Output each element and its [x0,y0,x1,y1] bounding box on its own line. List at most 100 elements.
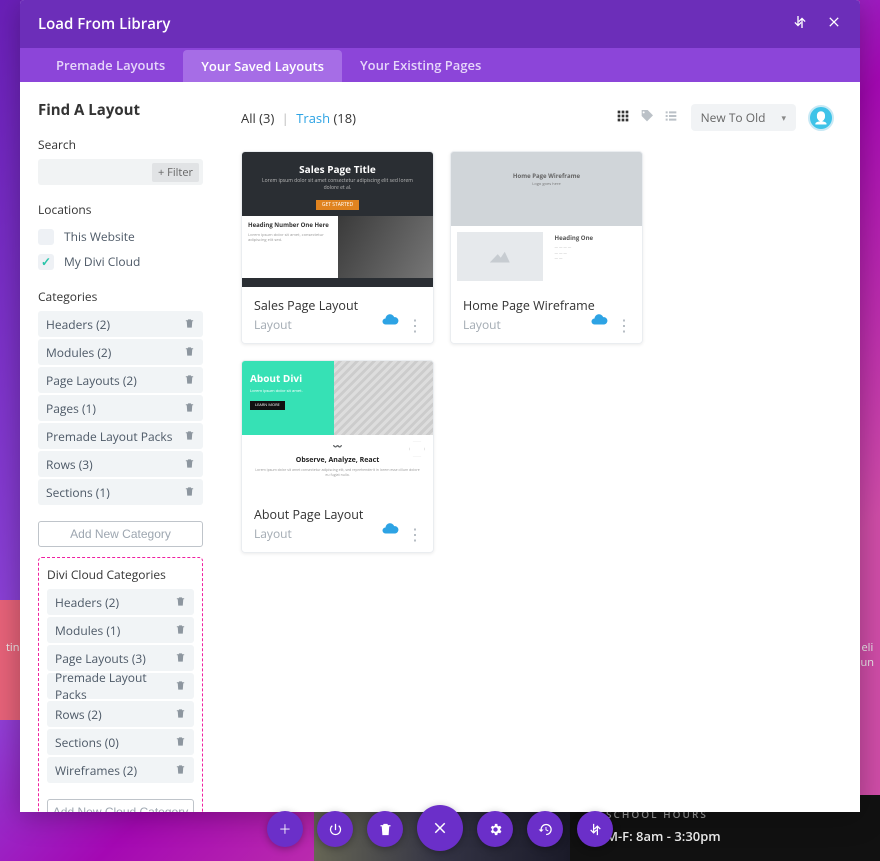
library-modal: Load From Library Premade Layouts Your S… [20,0,860,812]
category-label: Modules (1) [55,622,120,639]
category-label: Premade Layout Packs [46,428,172,445]
trash-icon[interactable] [175,734,186,751]
card-thumbnail: About DiviLorem ipsum dolor sit amet.LEA… [242,361,433,496]
category-label: Rows (2) [55,706,102,723]
category-label: Pages (1) [46,400,96,417]
category-item[interactable]: Sections (1) [38,479,203,505]
category-item[interactable]: Page Layouts (2) [38,367,203,393]
trash-button[interactable] [367,811,403,847]
filter-trash-link[interactable]: Trash (18) [296,109,356,127]
trash-icon[interactable] [175,650,186,667]
card-thumbnail: Home Page WireframeLogo goes here Headin… [451,152,642,287]
layout-card[interactable]: Home Page WireframeLogo goes here Headin… [450,151,643,344]
cloud-category-item[interactable]: Rows (2) [47,701,194,727]
location-this-website[interactable]: This Website [38,224,203,249]
tab-premade-layouts[interactable]: Premade Layouts [38,48,183,82]
add-category-button[interactable]: Add New Category [38,521,203,547]
grid-view-icon[interactable] [615,108,631,128]
category-label: Rows (3) [46,456,93,473]
trash-icon[interactable] [175,762,186,779]
history-button[interactable] [527,811,563,847]
category-item[interactable]: Headers (2) [38,311,203,337]
location-my-divi-cloud[interactable]: My Divi Cloud [38,249,203,274]
trash-icon[interactable] [175,678,186,695]
main-content: All (3) | Trash (18) New To Old ▾ [215,82,860,812]
power-button[interactable] [317,811,353,847]
cloud-icon [590,311,608,333]
category-label: Page Layouts (2) [46,372,137,389]
filter-button[interactable]: + Filter [152,163,199,182]
sort-label: New To Old [701,109,766,126]
trash-icon[interactable] [184,484,195,501]
modal-header: Load From Library [20,0,860,48]
cloud-category-item[interactable]: Sections (0) [47,729,194,755]
tab-saved-layouts[interactable]: Your Saved Layouts [183,50,342,82]
trash-icon[interactable] [184,400,195,417]
category-label: Premade Layout Packs [55,669,175,703]
close-icon[interactable] [826,14,842,34]
tab-existing-pages[interactable]: Your Existing Pages [342,48,499,82]
add-cloud-category-button[interactable]: Add New Cloud Category [47,799,194,812]
category-item[interactable]: Premade Layout Packs [38,423,203,449]
add-section-button[interactable]: + [267,811,303,847]
cloud-category-item[interactable]: Page Layouts (3) [47,645,194,671]
category-item[interactable]: Rows (3) [38,451,203,477]
builder-toolbar: + [267,811,613,851]
sort-dropdown[interactable]: New To Old ▾ [691,104,796,131]
cloud-icon [381,311,399,333]
school-hours-value: M-F: 8am - 3:30pm [606,827,880,845]
card-menu-icon[interactable]: ⋮ [407,317,423,333]
trash-icon[interactable] [175,622,186,639]
trash-icon[interactable] [184,344,195,361]
trash-icon[interactable] [175,594,186,611]
trash-icon[interactable] [184,316,195,333]
cloud-category-item[interactable]: Premade Layout Packs [47,673,194,699]
result-filter: All (3) | Trash (18) [241,109,356,127]
trash-icon[interactable] [184,428,195,445]
trash-icon[interactable] [184,456,195,473]
close-builder-button[interactable] [417,805,463,851]
settings-button[interactable] [477,811,513,847]
category-label: Wireframes (2) [55,762,137,779]
trash-icon[interactable] [175,706,186,723]
category-label: Modules (2) [46,344,111,361]
card-thumbnail: Sales Page Title Lorem ipsum dolor sit a… [242,152,433,287]
cloud-categories-panel: Divi Cloud Categories Headers (2) Modules… [38,557,203,812]
cloud-icon [381,520,399,542]
location-label: This Website [64,228,135,245]
search-label: Search [38,136,203,153]
category-label: Page Layouts (3) [55,650,146,667]
checkbox-checked-icon [38,254,54,270]
modal-tabs: Premade Layouts Your Saved Layouts Your … [20,48,860,82]
trash-icon[interactable] [184,372,195,389]
category-item[interactable]: Pages (1) [38,395,203,421]
portability-button[interactable] [577,811,613,847]
card-menu-icon[interactable]: ⋮ [407,526,423,542]
layout-card[interactable]: About DiviLorem ipsum dolor sit amet.LEA… [241,360,434,553]
search-input[interactable]: + Filter [38,159,203,185]
category-label: Sections (0) [55,734,119,751]
modal-title: Load From Library [38,14,170,34]
find-layout-title: Find A Layout [38,100,203,120]
sidebar: Find A Layout Search + Filter Locations … [20,82,215,812]
cloud-category-item[interactable]: Modules (1) [47,617,194,643]
category-item[interactable]: Modules (2) [38,339,203,365]
category-label: Sections (1) [46,484,110,501]
locations-label: Locations [38,201,203,218]
tags-view-icon[interactable] [639,108,655,128]
categories-label: Categories [38,288,203,305]
card-menu-icon[interactable]: ⋮ [616,317,632,333]
cloud-categories-title: Divi Cloud Categories [47,566,194,583]
chevron-down-icon: ▾ [781,111,786,124]
portability-icon[interactable] [792,14,808,34]
cloud-category-item[interactable]: Wireframes (2) [47,757,194,783]
filter-all-link[interactable]: All (3) [241,109,274,127]
list-view-icon[interactable] [663,108,679,128]
category-label: Headers (2) [46,316,110,333]
cloud-category-item[interactable]: Headers (2) [47,589,194,615]
location-label: My Divi Cloud [64,253,140,270]
category-label: Headers (2) [55,594,119,611]
user-avatar[interactable] [808,105,834,131]
layout-card[interactable]: Sales Page Title Lorem ipsum dolor sit a… [241,151,434,344]
checkbox-icon [38,229,54,245]
